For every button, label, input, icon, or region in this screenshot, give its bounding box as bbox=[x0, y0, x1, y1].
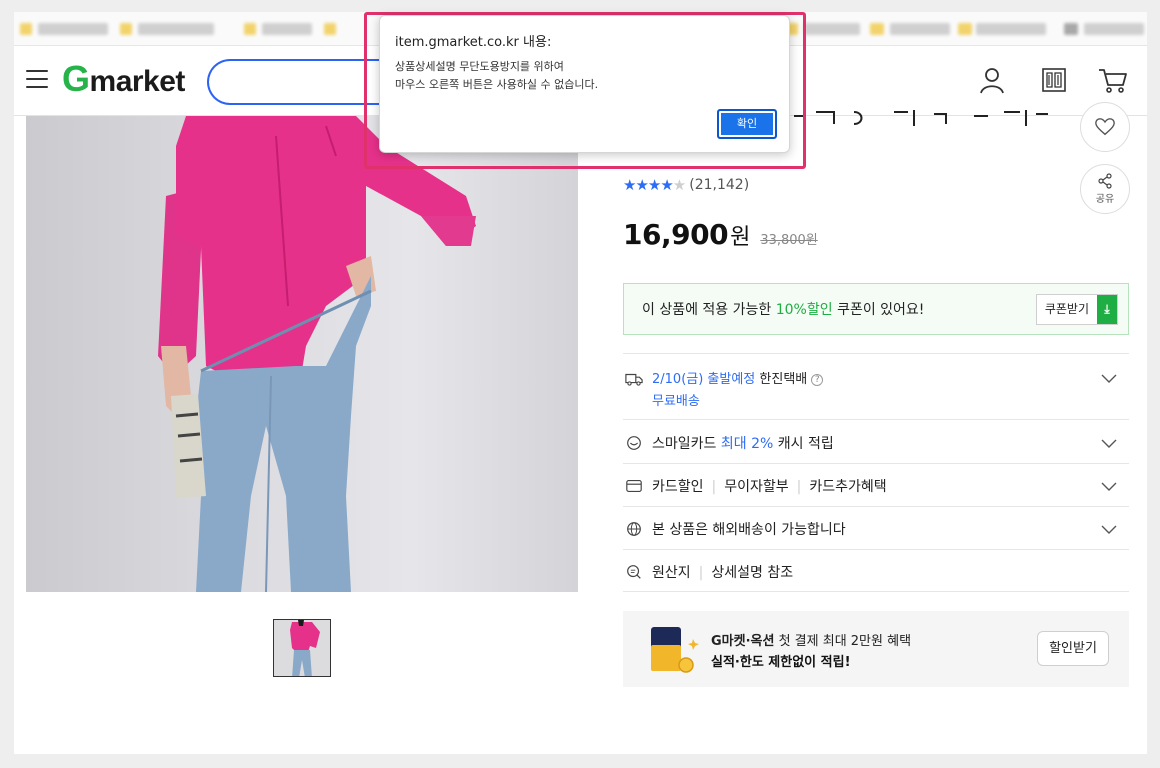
smile-icon bbox=[627, 436, 641, 450]
get-discount-button[interactable]: 할인받기 bbox=[1037, 631, 1109, 666]
shipping-date: 2/10(금) 출발예정 한진택배? bbox=[652, 368, 824, 387]
card-promo-banner: G마켓·옥션 첫 결제 최대 2만원 혜택 실적·한도 제한없이 적립! 할인받… bbox=[623, 611, 1129, 687]
recent-view-icon[interactable] bbox=[1038, 64, 1070, 96]
rating-stars: ★★★★★ bbox=[623, 176, 686, 194]
price-row: 16,900 원 33,800원 bbox=[623, 218, 818, 251]
review-count: (21,142) bbox=[689, 177, 750, 193]
gmarket-logo[interactable]: Gmarket bbox=[62, 58, 185, 100]
product-main-image bbox=[26, 116, 578, 592]
menu-icon[interactable] bbox=[26, 70, 48, 88]
promo-line1: G마켓·옥션 첫 결제 최대 2만원 혜택 bbox=[711, 634, 912, 649]
browser-alert-dialog: item.gmarket.co.kr 내용: 상품상세설명 무단도용방지를 위하… bbox=[379, 15, 790, 153]
product-rating[interactable]: ★★★★★ (21,142) bbox=[623, 176, 749, 194]
original-price: 33,800원 bbox=[760, 233, 818, 248]
heart-icon bbox=[1095, 118, 1115, 136]
chevron-down-icon[interactable] bbox=[1101, 370, 1117, 386]
share-icon bbox=[1098, 173, 1112, 189]
alert-message: 상품상세설명 무단도용방지를 위하여 마우스 오른쪽 버튼은 사용하실 수 없습… bbox=[395, 60, 599, 91]
coupon-text: 이 상품에 적용 가능한 10%할인 쿠폰이 있어요! bbox=[642, 302, 925, 318]
smilecard-row: 스마일카드 최대 2% 캐시 적립 bbox=[623, 419, 1129, 463]
coupon-banner: 이 상품에 적용 가능한 10%할인 쿠폰이 있어요! 쿠폰받기 ⤓ bbox=[623, 283, 1129, 335]
globe-icon bbox=[627, 522, 641, 536]
free-shipping: 무료배송 bbox=[652, 394, 700, 409]
overseas-text: 본 상품은 해외배송이 가능합니다 bbox=[652, 522, 846, 538]
magnifier-icon bbox=[627, 565, 641, 579]
truck-icon bbox=[625, 373, 643, 386]
share-label: 공유 bbox=[1095, 194, 1115, 205]
get-coupon-button[interactable]: 쿠폰받기 ⤓ bbox=[1035, 294, 1118, 325]
share-button[interactable]: 공유 bbox=[1080, 164, 1130, 214]
chevron-down-icon[interactable] bbox=[1101, 435, 1117, 451]
user-icon[interactable] bbox=[976, 64, 1008, 96]
promo-line2: 실적·한도 제한없이 적립! bbox=[711, 655, 851, 670]
overseas-row: 본 상품은 해외배송이 가능합니다 bbox=[623, 506, 1129, 549]
wishlist-button[interactable] bbox=[1080, 102, 1130, 152]
product-thumbnail[interactable] bbox=[273, 619, 331, 677]
card-icon bbox=[626, 480, 642, 492]
cart-icon[interactable] bbox=[1097, 64, 1129, 96]
card-benefit-text: 카드할인 | 무이자할부 | 카드추가혜택 bbox=[652, 479, 887, 495]
shipping-row: 2/10(금) 출발예정 한진택배? 무료배송 bbox=[623, 353, 1129, 419]
help-icon[interactable]: ? bbox=[811, 374, 824, 386]
card-benefit-row: 카드할인 | 무이자할부 | 카드추가혜택 bbox=[623, 463, 1129, 506]
alert-title: item.gmarket.co.kr 내용: bbox=[395, 35, 552, 50]
download-icon: ⤓ bbox=[1097, 295, 1117, 324]
price-unit: 원 bbox=[730, 225, 751, 250]
origin-row: 원산지 | 상세설명 참조 bbox=[623, 549, 1129, 592]
chevron-down-icon[interactable] bbox=[1101, 521, 1117, 537]
sale-price: 16,900 bbox=[623, 218, 729, 251]
chevron-down-icon[interactable] bbox=[1101, 478, 1117, 494]
credit-card-icon bbox=[651, 627, 699, 673]
alert-ok-button[interactable]: 확인 bbox=[717, 109, 777, 139]
origin-text: 원산지 | 상세설명 참조 bbox=[652, 565, 794, 581]
smilecard-text: 스마일카드 최대 2% 캐시 적립 bbox=[652, 436, 834, 452]
